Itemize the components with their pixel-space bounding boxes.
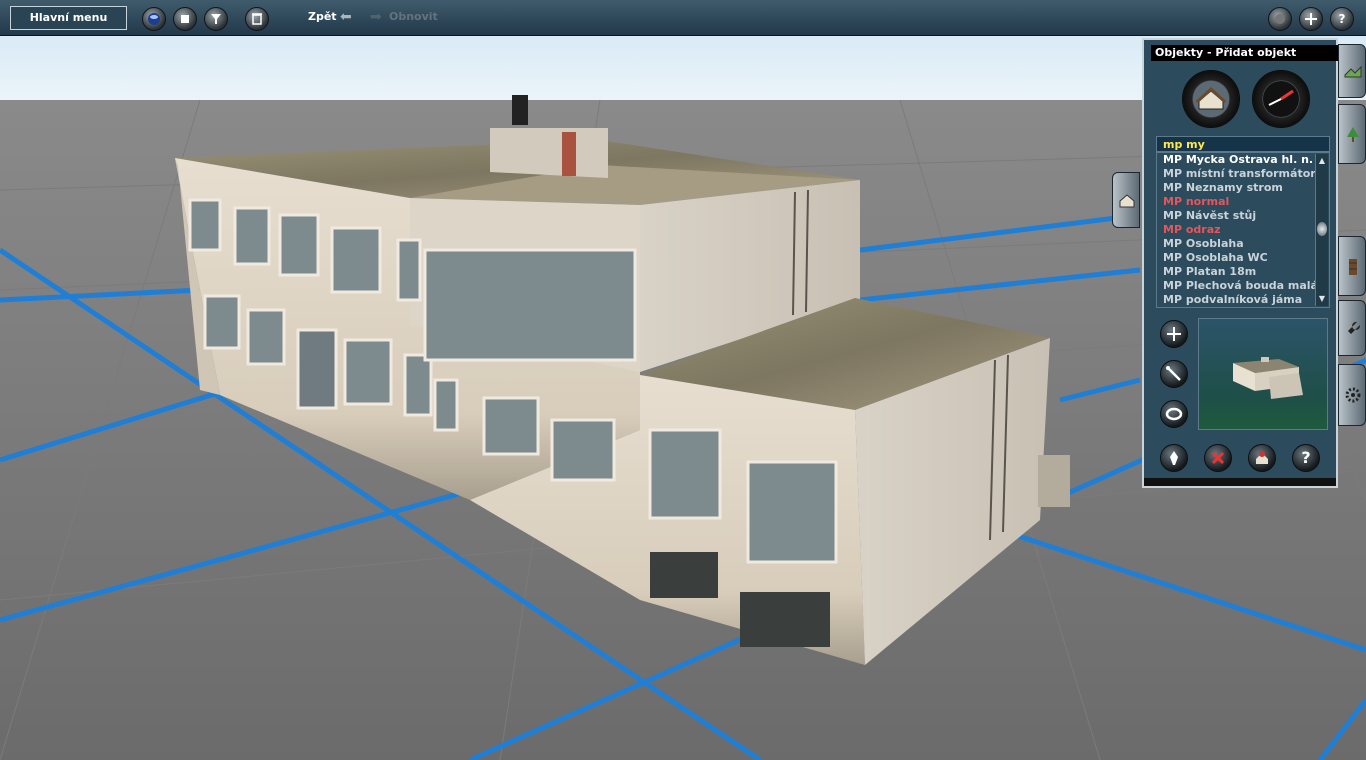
objects-panel: Objekty - Přidat objekt mp my MP Mycka O… <box>1142 38 1338 488</box>
terrain-icon <box>1344 65 1362 78</box>
list-item[interactable]: MP Neznamy strom <box>1157 181 1329 195</box>
rotate-object-button[interactable] <box>1160 400 1188 428</box>
list-item[interactable]: MP podvalníková jáma <box>1157 293 1329 307</box>
stop-icon[interactable] <box>173 7 197 31</box>
list-scrollbar[interactable]: ▲ ▼ <box>1315 154 1328 306</box>
list-item[interactable]: MP normal <box>1157 195 1329 209</box>
list-item[interactable]: MP odraz <box>1157 223 1329 237</box>
track-icon <box>1349 259 1357 275</box>
search-input[interactable]: mp my <box>1156 136 1330 152</box>
track-tab[interactable] <box>1338 236 1366 296</box>
clock-mode-button[interactable] <box>1252 70 1310 128</box>
trees-tab[interactable] <box>1338 104 1366 164</box>
eyedropper-icon <box>1170 451 1178 465</box>
list-item[interactable]: MP Plechová bouda malá <box>1157 279 1329 293</box>
list-item[interactable]: MP místní transformátor <box>1157 167 1329 181</box>
gear-icon <box>1345 387 1361 403</box>
house-icon <box>1195 86 1227 110</box>
plus-icon[interactable] <box>1299 7 1323 31</box>
undo-label[interactable]: Zpět <box>308 10 337 23</box>
add-object-button[interactable] <box>1160 320 1188 348</box>
object-list: MP Mycka Ostrava hl. n. MP místní transf… <box>1156 152 1330 308</box>
object-mode-button[interactable] <box>1182 70 1240 128</box>
redo-label: Obnovit <box>389 10 438 23</box>
tools-tab[interactable] <box>1338 300 1366 356</box>
list-item[interactable]: MP Osoblaha <box>1157 237 1329 251</box>
list-item[interactable]: MP Mycka Ostrava hl. n. <box>1157 153 1329 167</box>
light-icon[interactable] <box>1268 7 1292 31</box>
clock-icon <box>1263 81 1299 117</box>
filter-icon[interactable] <box>204 7 228 31</box>
scroll-thumb[interactable] <box>1317 222 1327 236</box>
trash-icon[interactable] <box>245 7 269 31</box>
help-icon[interactable]: ? <box>1330 7 1354 31</box>
list-item[interactable]: MP Návěst stůj <box>1157 209 1329 223</box>
terrain-tab[interactable] <box>1338 44 1366 98</box>
list-item[interactable]: MP Platan 18m <box>1157 265 1329 279</box>
move-object-button[interactable] <box>1160 360 1188 388</box>
object-info-icon <box>1256 451 1268 464</box>
help-icon: ? <box>1301 448 1311 467</box>
move-icon <box>1166 366 1181 381</box>
globe-icon[interactable] <box>142 7 166 31</box>
undo-arrow-icon[interactable]: ⬅ <box>340 9 352 25</box>
main-menu-button[interactable]: Hlavní menu <box>10 6 127 30</box>
panel-footer <box>1144 478 1336 486</box>
delete-icon <box>1211 451 1225 465</box>
objects-tab[interactable] <box>1112 172 1140 228</box>
panel-help-button[interactable]: ? <box>1292 444 1320 472</box>
top-toolbar: Hlavní menu Zpět ⬅ ➡ Obnovit ? <box>0 0 1366 36</box>
object-preview <box>1198 318 1328 430</box>
wrench-icon <box>1348 321 1361 334</box>
eyedropper-button[interactable] <box>1160 444 1188 472</box>
panel-title: Objekty - Přidat objekt <box>1151 45 1338 61</box>
delete-button[interactable] <box>1204 444 1232 472</box>
settings-tab[interactable] <box>1338 364 1366 426</box>
house-icon <box>1119 194 1135 208</box>
redo-arrow-icon: ➡ <box>370 9 382 25</box>
tree-icon <box>1347 127 1359 142</box>
scroll-up-icon[interactable]: ▲ <box>1317 156 1327 166</box>
list-item[interactable]: MP Osoblaha WC <box>1157 251 1329 265</box>
add-icon <box>1167 327 1181 341</box>
scroll-down-icon[interactable]: ▼ <box>1317 294 1327 304</box>
object-info-button[interactable] <box>1248 444 1276 472</box>
rotate-icon <box>1165 407 1183 421</box>
building-thumbnail <box>1233 357 1303 399</box>
